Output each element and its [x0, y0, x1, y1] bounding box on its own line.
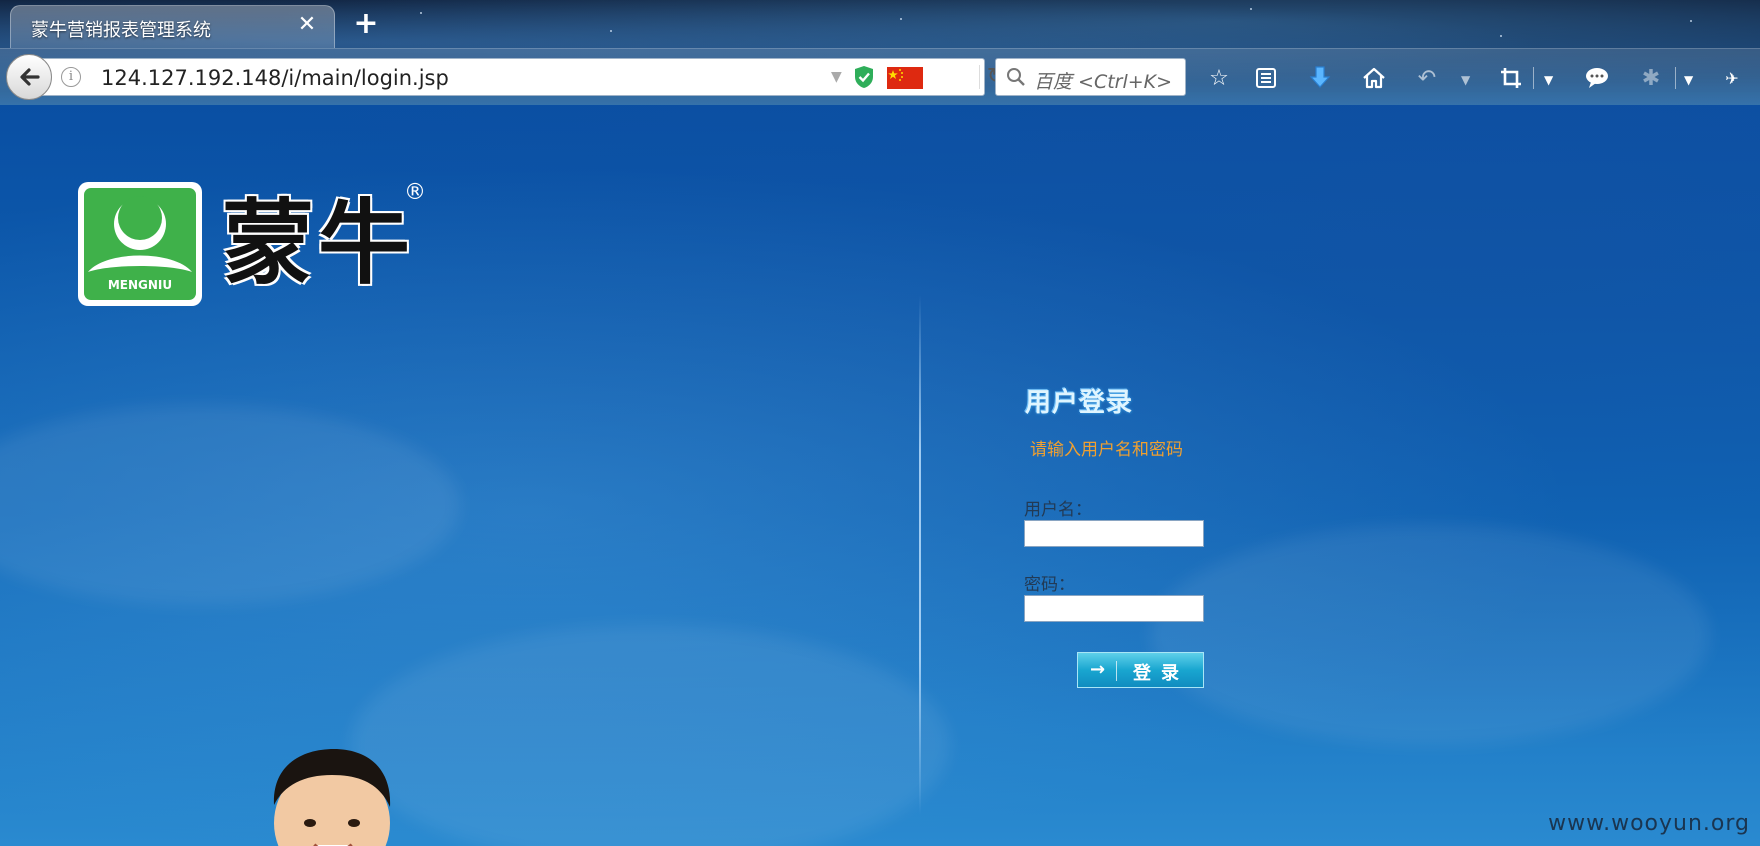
vertical-divider — [919, 295, 921, 815]
tab-title: 蒙牛营销报表管理系统 — [31, 20, 211, 41]
login-page: MENGNIU 蒙牛 ® 用户登录 请输入用户名和密码 用户名： 密码： → 登… — [0, 105, 1760, 846]
brand-name: 蒙牛 — [222, 189, 415, 297]
reading-list-icon[interactable] — [1252, 64, 1280, 92]
decor-cloud — [350, 625, 950, 846]
chevron-down-icon[interactable]: ▼ — [1544, 73, 1553, 87]
undo-icon[interactable]: ↶ — [1413, 64, 1441, 92]
shield-icon[interactable] — [853, 65, 875, 89]
child-photo — [273, 749, 391, 846]
password-input[interactable] — [1024, 595, 1204, 622]
chevron-down-icon[interactable]: ▼ — [1461, 73, 1470, 87]
info-icon[interactable]: i — [61, 67, 81, 87]
china-flag-icon[interactable] — [887, 67, 923, 89]
search-placeholder: 百度 <Ctrl+K> — [1034, 71, 1173, 93]
chevron-down-icon[interactable]: ▼ — [831, 69, 842, 85]
url-text[interactable]: 124.127.192.148/i/main/login.jsp — [101, 66, 449, 90]
login-button-label: 登录 — [1133, 663, 1189, 684]
decor-star — [1690, 20, 1692, 22]
decor-star — [420, 12, 422, 14]
home-icon[interactable] — [1360, 64, 1388, 92]
toolbar-separator — [1533, 67, 1534, 89]
mengniu-logo: MENGNIU 蒙牛 ® — [76, 180, 436, 310]
button-separator — [1116, 661, 1117, 681]
decor-star — [610, 30, 612, 32]
username-label: 用户名： — [1024, 500, 1092, 520]
login-title: 用户登录 — [1025, 388, 1134, 418]
decor-star — [1250, 8, 1252, 10]
decor-cloud — [1150, 525, 1710, 745]
new-tab-button[interactable]: + — [350, 8, 382, 40]
bookmark-star-icon[interactable]: ☆ — [1205, 64, 1233, 92]
decor-star — [1500, 35, 1502, 37]
download-icon[interactable] — [1306, 64, 1334, 92]
decor-star — [900, 18, 902, 20]
crop-icon[interactable] — [1497, 64, 1525, 92]
watermark: www.wooyun.org — [1548, 811, 1750, 836]
login-button[interactable]: → 登录 — [1077, 652, 1204, 688]
chat-icon[interactable] — [1583, 64, 1611, 92]
search-bar[interactable]: 百度 <Ctrl+K> — [995, 58, 1186, 96]
extension-icon[interactable]: ✱ — [1637, 64, 1665, 92]
close-icon[interactable]: ✕ — [294, 12, 320, 38]
logo-text: MENGNIU — [107, 278, 173, 292]
registered-mark: ® — [404, 180, 426, 205]
chevron-down-icon[interactable]: ▼ — [1684, 73, 1693, 87]
back-icon — [20, 68, 40, 86]
decor-cloud — [0, 405, 460, 605]
search-icon — [1007, 68, 1025, 86]
password-label: 密码： — [1024, 575, 1075, 595]
browser-chrome: 蒙牛营销报表管理系统 ✕ + i 124.127.192.148/i/main/… — [0, 0, 1760, 106]
browser-toolbar: i 124.127.192.148/i/main/login.jsp ▼ ↻ — [0, 48, 1760, 106]
login-hint: 请输入用户名和密码 — [1030, 440, 1183, 460]
browser-tab[interactable]: 蒙牛营销报表管理系统 ✕ — [10, 5, 335, 48]
arrow-right-icon: → — [1090, 659, 1106, 680]
back-button[interactable] — [6, 54, 52, 100]
username-input[interactable] — [1024, 520, 1204, 547]
menu-icon[interactable]: ✈ — [1718, 64, 1746, 92]
url-bar[interactable]: i 124.127.192.148/i/main/login.jsp ▼ ↻ — [40, 58, 1005, 96]
toolbar-separator — [1675, 67, 1676, 89]
